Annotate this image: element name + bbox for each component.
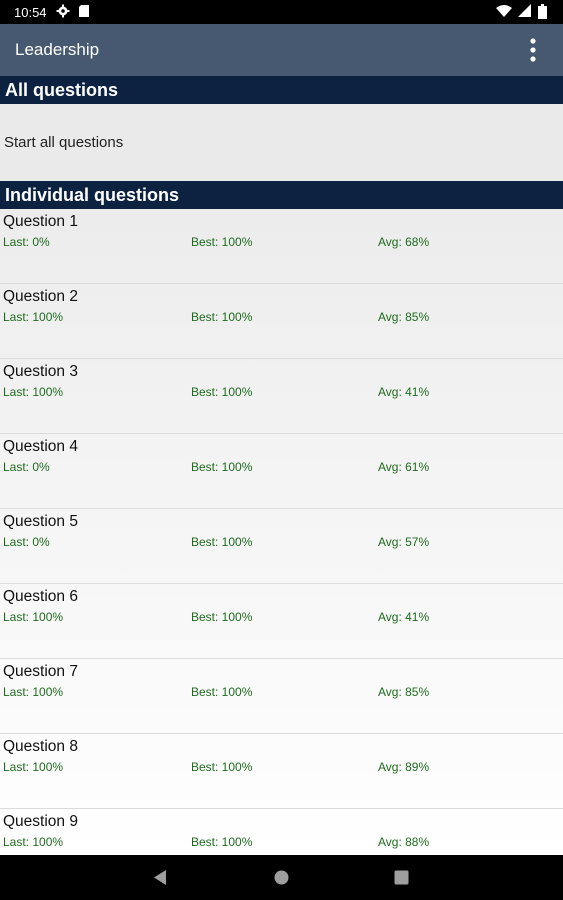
recents-icon[interactable]: [394, 870, 409, 885]
question-title: Question 6: [3, 588, 78, 605]
avg-score: Avg: 68%: [378, 235, 430, 249]
question-row[interactable]: Question 8 Last: 100% Best: 100% Avg: 89%: [0, 734, 563, 809]
home-icon[interactable]: [273, 869, 290, 886]
question-title: Question 8: [3, 738, 78, 755]
question-row[interactable]: Question 9 Last: 100% Best: 100% Avg: 88%: [0, 809, 563, 855]
best-score: Best: 100%: [191, 235, 253, 249]
last-score: Last: 0%: [3, 535, 50, 549]
question-title: Question 3: [3, 363, 78, 380]
avg-score: Avg: 85%: [378, 685, 430, 699]
overflow-menu-icon[interactable]: [521, 36, 545, 64]
last-score: Last: 100%: [3, 310, 64, 324]
signal-icon: [518, 4, 531, 17]
question-title: Question 9: [3, 813, 78, 830]
avg-score: Avg: 88%: [378, 835, 430, 849]
avg-score: Avg: 85%: [378, 310, 430, 324]
status-time: 10:54: [14, 5, 47, 20]
question-title: Question 4: [3, 438, 78, 455]
best-score: Best: 100%: [191, 610, 253, 624]
last-score: Last: 100%: [3, 760, 64, 774]
question-row[interactable]: Question 7 Last: 100% Best: 100% Avg: 85%: [0, 659, 563, 734]
back-icon[interactable]: [152, 869, 168, 886]
start-all-label: Start all questions: [4, 134, 124, 151]
app-bar: Leadership: [0, 24, 563, 76]
app-title: Leadership: [15, 40, 100, 59]
question-list: Question 1 Last: 0% Best: 100% Avg: 68% Ques…: [0, 209, 563, 855]
question-row[interactable]: Question 2 Last: 100% Best: 100% Avg: 85%: [0, 284, 563, 359]
avg-score: Avg: 41%: [378, 610, 430, 624]
question-row[interactable]: Question 6 Last: 100% Best: 100% Avg: 41%: [0, 584, 563, 659]
status-bar: 10:54: [0, 0, 563, 24]
question-title: Question 1: [3, 213, 78, 230]
avg-score: Avg: 41%: [378, 385, 430, 399]
best-score: Best: 100%: [191, 460, 253, 474]
question-row[interactable]: Question 3 Last: 100% Best: 100% Avg: 41%: [0, 359, 563, 434]
avg-score: Avg: 61%: [378, 460, 430, 474]
best-score: Best: 100%: [191, 835, 253, 849]
last-score: Last: 100%: [3, 385, 64, 399]
best-score: Best: 100%: [191, 685, 253, 699]
question-row[interactable]: Question 4 Last: 0% Best: 100% Avg: 61%: [0, 434, 563, 509]
all-questions-header: All questions: [0, 76, 563, 104]
question-title: Question 5: [3, 513, 78, 530]
best-score: Best: 100%: [191, 310, 253, 324]
last-score: Last: 100%: [3, 685, 64, 699]
gear-icon: [56, 4, 70, 18]
best-score: Best: 100%: [191, 760, 253, 774]
question-title: Question 7: [3, 663, 78, 680]
last-score: Last: 0%: [3, 235, 50, 249]
question-row[interactable]: Question 1 Last: 0% Best: 100% Avg: 68%: [0, 209, 563, 284]
question-title: Question 2: [3, 288, 78, 305]
start-all-questions-button[interactable]: Start all questions: [0, 104, 563, 181]
navigation-bar: [0, 855, 563, 900]
last-score: Last: 100%: [3, 835, 64, 849]
question-row[interactable]: Question 5 Last: 0% Best: 100% Avg: 57%: [0, 509, 563, 584]
wifi-icon: [496, 5, 512, 17]
battery-icon: [538, 4, 547, 19]
avg-score: Avg: 89%: [378, 760, 430, 774]
last-score: Last: 100%: [3, 610, 64, 624]
best-score: Best: 100%: [191, 385, 253, 399]
avg-score: Avg: 57%: [378, 535, 430, 549]
best-score: Best: 100%: [191, 535, 253, 549]
individual-questions-header: Individual questions: [0, 181, 563, 209]
last-score: Last: 0%: [3, 460, 50, 474]
sd-card-icon: [79, 5, 89, 17]
